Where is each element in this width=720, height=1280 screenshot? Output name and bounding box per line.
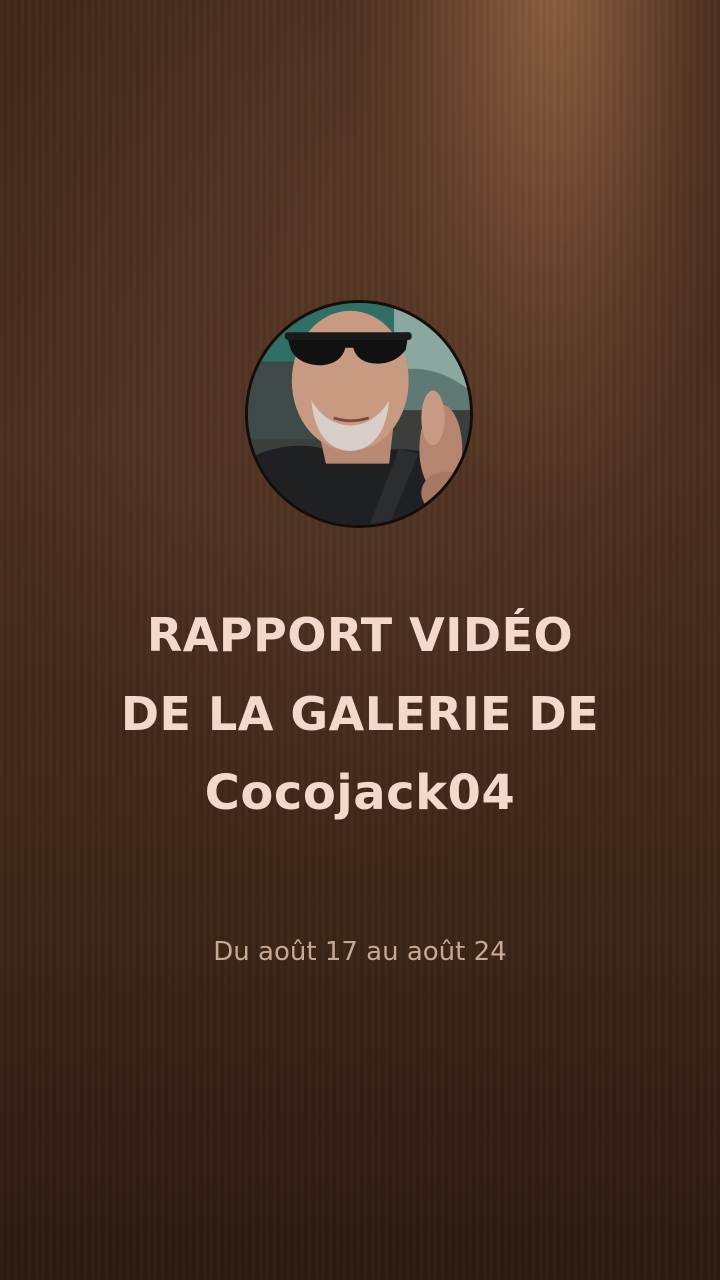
report-screen: RAPPORT VIDÉO DE LA GALERIE DE Cocojack0…	[0, 0, 720, 1280]
title-line-1: RAPPORT VIDÉO	[146, 608, 574, 662]
date-range: Du août 17 au août 24	[213, 937, 507, 967]
title-line-2: DE LA GALERIE DE	[120, 687, 600, 741]
username: Cocojack04	[204, 765, 516, 821]
report-title: RAPPORT VIDÉO DE LA GALERIE DE Cocojack0…	[60, 596, 660, 833]
profile-photo-icon	[248, 303, 470, 525]
avatar	[245, 300, 473, 528]
